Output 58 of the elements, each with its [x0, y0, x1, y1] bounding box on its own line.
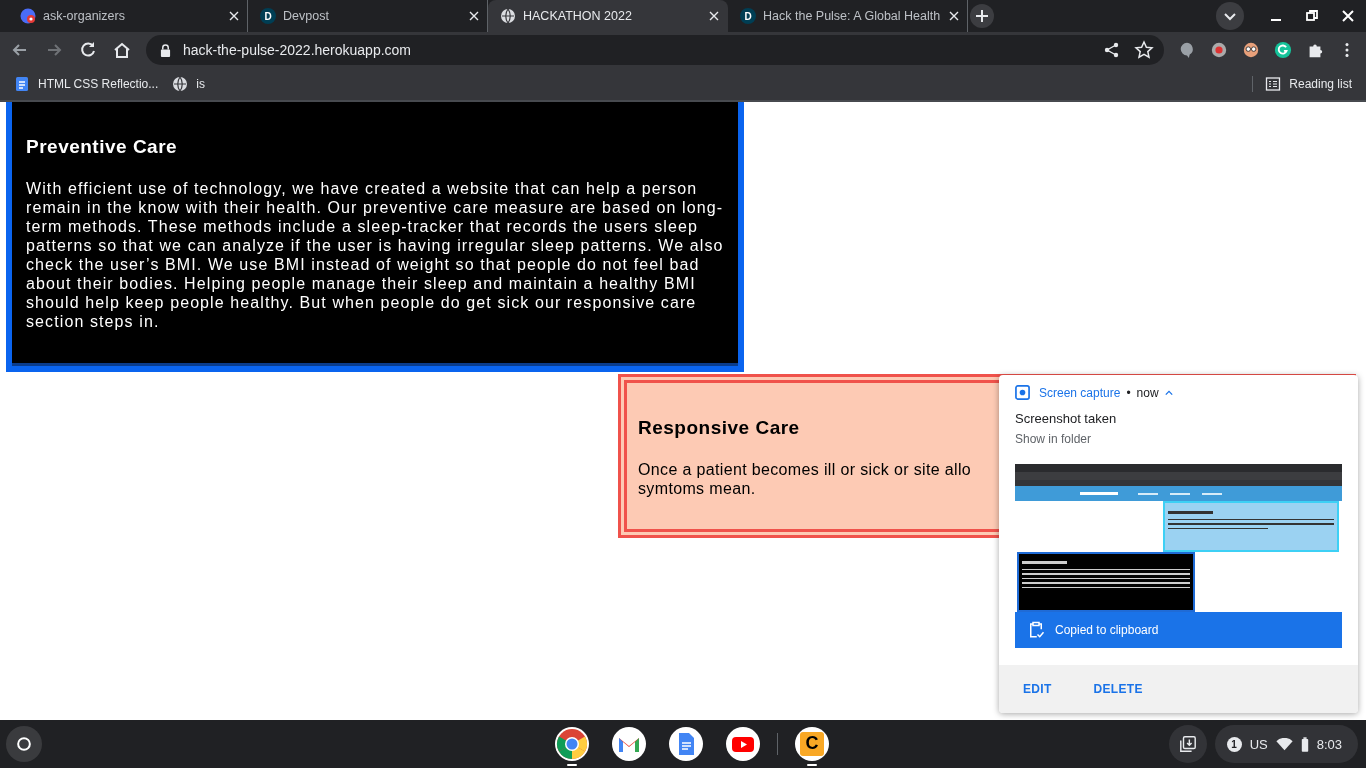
status-area[interactable]: 1 US 8:03 [1214, 725, 1358, 763]
download-tray-icon [1178, 735, 1197, 753]
url-text: hack-the-pulse-2022.herokuapp.com [183, 42, 412, 58]
address-bar[interactable]: hack-the-pulse-2022.herokuapp.com [146, 35, 1164, 65]
separator-dot: • [1126, 385, 1131, 400]
notification-button[interactable]: EDIT [1007, 676, 1068, 702]
clipboard-check-icon [1027, 621, 1045, 639]
tab-title: Devpost [283, 9, 330, 23]
notification-button[interactable]: DELETE [1077, 676, 1159, 702]
restore-icon[interactable] [1305, 9, 1319, 23]
extension-icon[interactable] [1242, 41, 1260, 59]
bookmark[interactable]: is [172, 76, 205, 92]
holding-space-button[interactable] [1168, 725, 1207, 763]
reload-icon[interactable] [78, 40, 98, 60]
wifi-icon [1275, 737, 1293, 751]
close-icon[interactable] [469, 11, 479, 21]
avatar-icon [20, 8, 36, 24]
input-method: US [1249, 736, 1268, 752]
card-heading: Preventive Care [26, 136, 179, 158]
document-icon [14, 76, 30, 92]
tab-title: HACKATHON 2022 [523, 9, 633, 23]
new-tab-icon[interactable] [970, 4, 994, 28]
tab-title: ask-organizers [43, 9, 126, 23]
tab-title: Hack the Pulse: A Global Health [763, 9, 942, 23]
close-icon[interactable] [229, 11, 239, 21]
banner-text: Copied to clipboard [1055, 623, 1159, 637]
lock-icon [160, 43, 171, 57]
speech-bubble-icon[interactable] [1178, 41, 1196, 59]
launcher-button[interactable] [6, 726, 42, 762]
card-paragraph: With efficient use of technology, we have created a website that can help a person remain in the know with their health. Our preventive care measure are based on long-term methods. These methods include a sleep-tracker that records the users sleep patterns so that we can analyze if the user is having irregular sleep patterns. We also check the user’s BMI. We use BMI instead of weight so that people do not feel bad about their bodies. Helping people manage their sleep and maintain a healthy BMI should help keep people healthy. But when people do get sick our responsive care section steps in. [26, 179, 724, 331]
list-icon [1265, 76, 1282, 92]
caret-up-icon[interactable] [1164, 388, 1173, 397]
screen-capture-icon [1015, 385, 1030, 400]
notification-time: now [1136, 385, 1159, 400]
notification-count: 1 [1226, 736, 1242, 752]
battery-icon [1300, 736, 1309, 752]
card-text-line: symtoms mean. [638, 479, 756, 498]
bookmark[interactable]: HTML CSS Reflectio... [14, 76, 159, 92]
grammar-extension-icon[interactable] [1274, 41, 1292, 59]
notification-title: Screenshot taken [1014, 411, 1118, 426]
reading-list-button[interactable]: Reading list [1252, 76, 1352, 92]
tab-search-icon[interactable] [1216, 2, 1244, 30]
close-icon[interactable] [709, 11, 719, 21]
card-text-line: Once a patient becomes ill or sick or site allo [638, 460, 972, 479]
app-name: Screen capture [1039, 385, 1121, 400]
card-heading: Responsive Care [638, 417, 800, 439]
launcher-icon [15, 735, 33, 753]
site-favicon: D [740, 8, 756, 24]
globe-icon [172, 76, 189, 92]
extension-icon[interactable] [1210, 41, 1228, 59]
show-in-folder-link[interactable]: Show in folder [999, 432, 1358, 446]
browser-tab[interactable]: HACKATHON 2022 [488, 0, 728, 32]
home-icon[interactable] [112, 40, 132, 60]
site-favicon: D [260, 8, 276, 24]
globe-icon [500, 8, 516, 24]
close-icon[interactable] [949, 11, 959, 21]
star-icon[interactable] [1134, 40, 1154, 60]
clock: 8:03 [1316, 736, 1342, 752]
